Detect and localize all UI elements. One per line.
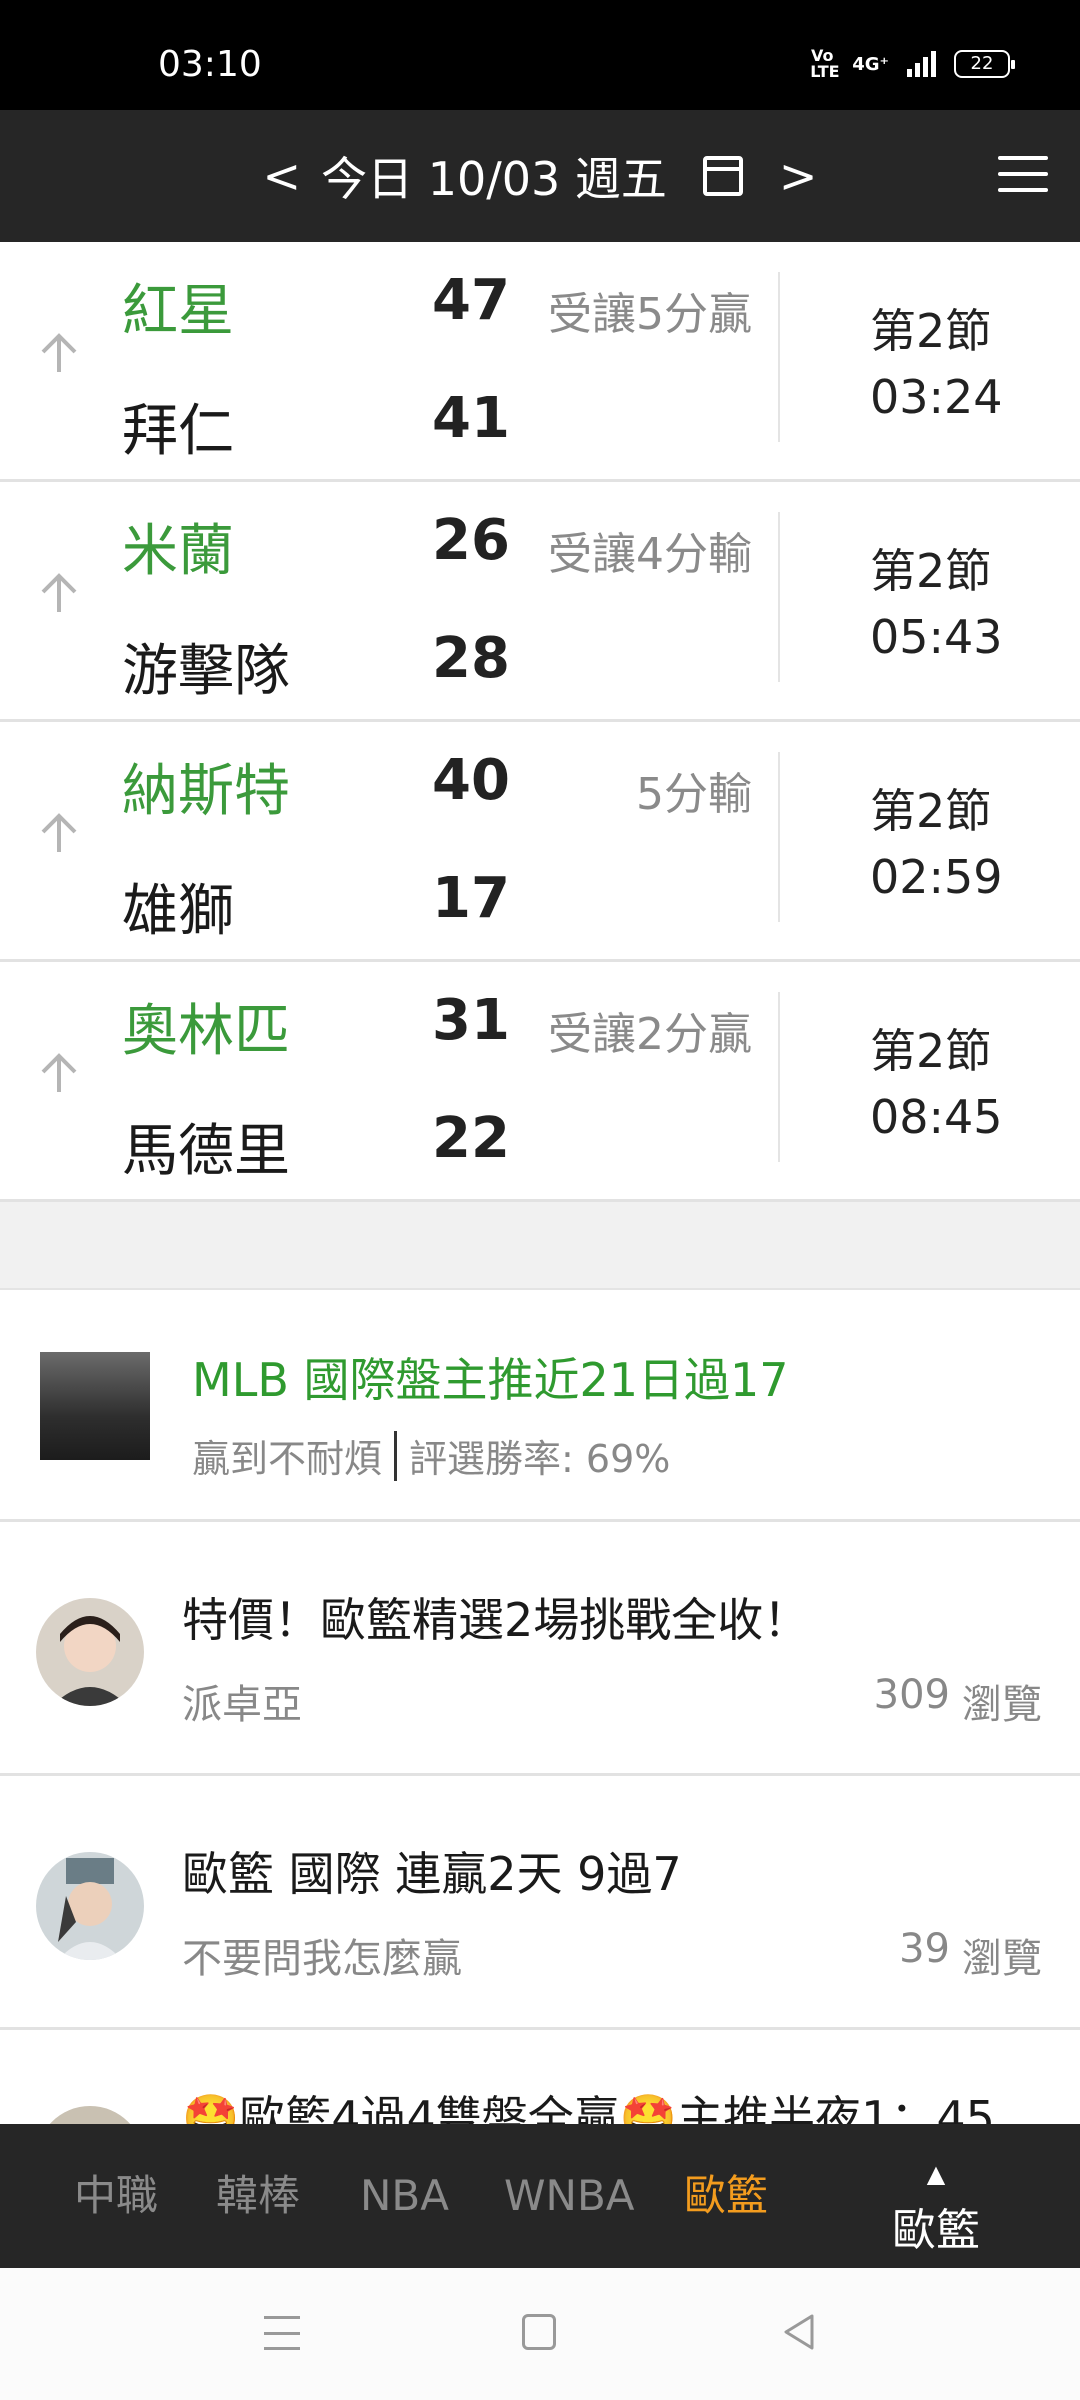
- top-header: < 今日 10/03 週五 >: [0, 110, 1080, 242]
- game-row[interactable]: 紅星 47 受讓5分贏 拜仁 41 第2節 03:24: [0, 242, 1080, 482]
- status-icons: Vo LTE 4G⁺ 22: [810, 46, 1015, 81]
- away-team: 游擊隊: [122, 639, 290, 704]
- game-clock: 03:24: [870, 370, 1003, 424]
- divider: [778, 512, 780, 682]
- game-clock: 08:45: [870, 1090, 1003, 1144]
- divider: [778, 992, 780, 1162]
- home-team: 紅星: [122, 279, 234, 344]
- author-avatar: [36, 1598, 144, 1706]
- game-status: 第2節 08:45: [870, 1018, 1003, 1150]
- arrow-up-icon[interactable]: [38, 332, 80, 374]
- home-score: 40: [432, 748, 510, 813]
- away-team: 雄獅: [122, 879, 234, 944]
- home-icon[interactable]: [522, 2314, 556, 2350]
- calendar-icon[interactable]: [702, 156, 743, 196]
- game-row[interactable]: 米蘭 26 受讓4分輸 游擊隊 28 第2節 05:43: [0, 482, 1080, 722]
- article-title[interactable]: 特價！歐籃精選2場挑戰全收！: [182, 1584, 809, 1650]
- odds-result: 受讓2分贏: [548, 1009, 752, 1060]
- caret-up-icon: ▲: [926, 2160, 946, 2188]
- odds-result: 受讓5分贏: [548, 289, 752, 340]
- home-score: 47: [432, 268, 510, 333]
- article-title[interactable]: 歐籃 國際 連贏2天 9過7: [182, 1838, 682, 1904]
- tab-euro-basketball[interactable]: 歐籃: [684, 2124, 768, 2268]
- ad-thumbnail: [40, 1352, 150, 1460]
- league-tab-bar: 中職 韓棒 NBA WNBA 歐籃 ▲ 歐籃: [0, 2124, 1080, 2268]
- ad-author: 贏到不耐煩: [192, 1437, 383, 1481]
- prev-day-button[interactable]: <: [263, 149, 302, 203]
- home-score: 31: [432, 988, 510, 1053]
- ad-win-rate: 評選勝率: 69%: [409, 1437, 671, 1481]
- game-row[interactable]: 納斯特 40 5分輸 雄獅 17 第2節 02:59: [0, 722, 1080, 962]
- separator: [394, 1430, 398, 1481]
- arrow-up-icon[interactable]: [38, 812, 80, 854]
- hamburger-menu-icon[interactable]: [998, 156, 1048, 192]
- game-period: 第2節: [870, 304, 992, 358]
- game-period: 第2節: [870, 544, 992, 598]
- article-item[interactable]: 特價！歐籃精選2場挑戰全收！ 派卓亞 309 瀏覽: [0, 1522, 1080, 1776]
- tab-kbo[interactable]: 韓棒: [216, 2124, 300, 2268]
- arrow-up-icon[interactable]: [38, 572, 80, 614]
- next-day-button[interactable]: >: [779, 149, 818, 203]
- date-navigator: < 今日 10/03 週五 >: [0, 110, 1080, 242]
- view-count: 39: [899, 1926, 950, 1972]
- away-score: 17: [432, 866, 510, 931]
- date-label: 今日 10/03 週五: [321, 152, 667, 206]
- game-clock: 05:43: [870, 610, 1003, 664]
- odds-result: 5分輸: [636, 769, 752, 820]
- volte-icon: Vo LTE: [810, 46, 840, 81]
- away-team: 拜仁: [122, 399, 234, 464]
- ad-meta: 贏到不耐煩 評選勝率: 69%: [192, 1428, 670, 1483]
- recents-icon[interactable]: [264, 2316, 300, 2350]
- game-status: 第2節 05:43: [870, 538, 1003, 670]
- view-count: 309: [873, 1672, 950, 1718]
- away-team: 馬德里: [122, 1119, 290, 1184]
- section-gap: [0, 1202, 1080, 1290]
- article-author: 不要問我怎麼贏: [182, 1936, 462, 1982]
- network-type: 4G⁺: [852, 53, 889, 75]
- signal-icon: [907, 51, 936, 77]
- current-league-label: 歐籃: [892, 2205, 980, 2256]
- divider: [778, 752, 780, 922]
- home-score: 26: [432, 508, 510, 573]
- back-icon[interactable]: [780, 2312, 820, 2352]
- game-period: 第2節: [870, 784, 992, 838]
- game-status: 第2節 02:59: [870, 778, 1003, 910]
- view-label: 瀏覽: [962, 1936, 1042, 1982]
- home-team: 奧林匹: [122, 999, 290, 1064]
- author-avatar: [36, 1852, 144, 1960]
- article-author: 派卓亞: [182, 1682, 302, 1728]
- game-period: 第2節: [870, 1024, 992, 1078]
- status-bar: 03:10 Vo LTE 4G⁺ 22: [0, 0, 1080, 110]
- article-views: 309 瀏覽: [874, 1672, 1042, 1730]
- system-nav-bar: [0, 2268, 1080, 2400]
- away-score: 28: [432, 626, 510, 691]
- home-team: 米蘭: [122, 519, 234, 584]
- tab-wnba[interactable]: WNBA: [504, 2124, 635, 2268]
- article-item[interactable]: 歐籃 國際 連贏2天 9過7 不要問我怎麼贏 39 瀏覽: [0, 1776, 1080, 2030]
- away-score: 41: [432, 386, 510, 451]
- away-score: 22: [432, 1106, 510, 1171]
- current-league-selector[interactable]: ▲ 歐籃: [892, 2162, 980, 2258]
- promoted-article[interactable]: MLB 國際盤主推近21日過17 贏到不耐煩 評選勝率: 69%: [0, 1292, 1080, 1522]
- home-team: 納斯特: [122, 759, 290, 824]
- article-views: 39 瀏覽: [899, 1926, 1042, 1984]
- arrow-up-icon[interactable]: [38, 1052, 80, 1094]
- game-status: 第2節 03:24: [870, 298, 1003, 430]
- odds-result: 受讓4分輸: [548, 529, 752, 580]
- author-avatar: [36, 2106, 144, 2124]
- tab-cpbl[interactable]: 中職: [74, 2124, 158, 2268]
- view-label: 瀏覽: [962, 1682, 1042, 1728]
- divider: [778, 272, 780, 442]
- ad-title[interactable]: MLB 國際盤主推近21日過17: [192, 1344, 789, 1410]
- tab-nba[interactable]: NBA: [360, 2124, 449, 2268]
- game-clock: 02:59: [870, 850, 1003, 904]
- game-row[interactable]: 奧林匹 31 受讓2分贏 馬德里 22 第2節 08:45: [0, 962, 1080, 1202]
- status-time: 03:10: [158, 44, 262, 85]
- game-list: 紅星 47 受讓5分贏 拜仁 41 第2節 03:24 米蘭 26 受讓4分輸 …: [0, 242, 1080, 1202]
- battery-icon: 22: [954, 50, 1015, 78]
- article-item[interactable]: 🤩歐籃4過4雙盤全贏🤩主推半夜1：45: [0, 2030, 1080, 2124]
- article-title[interactable]: 🤩歐籃4過4雙盤全贏🤩主推半夜1：45: [182, 2082, 995, 2124]
